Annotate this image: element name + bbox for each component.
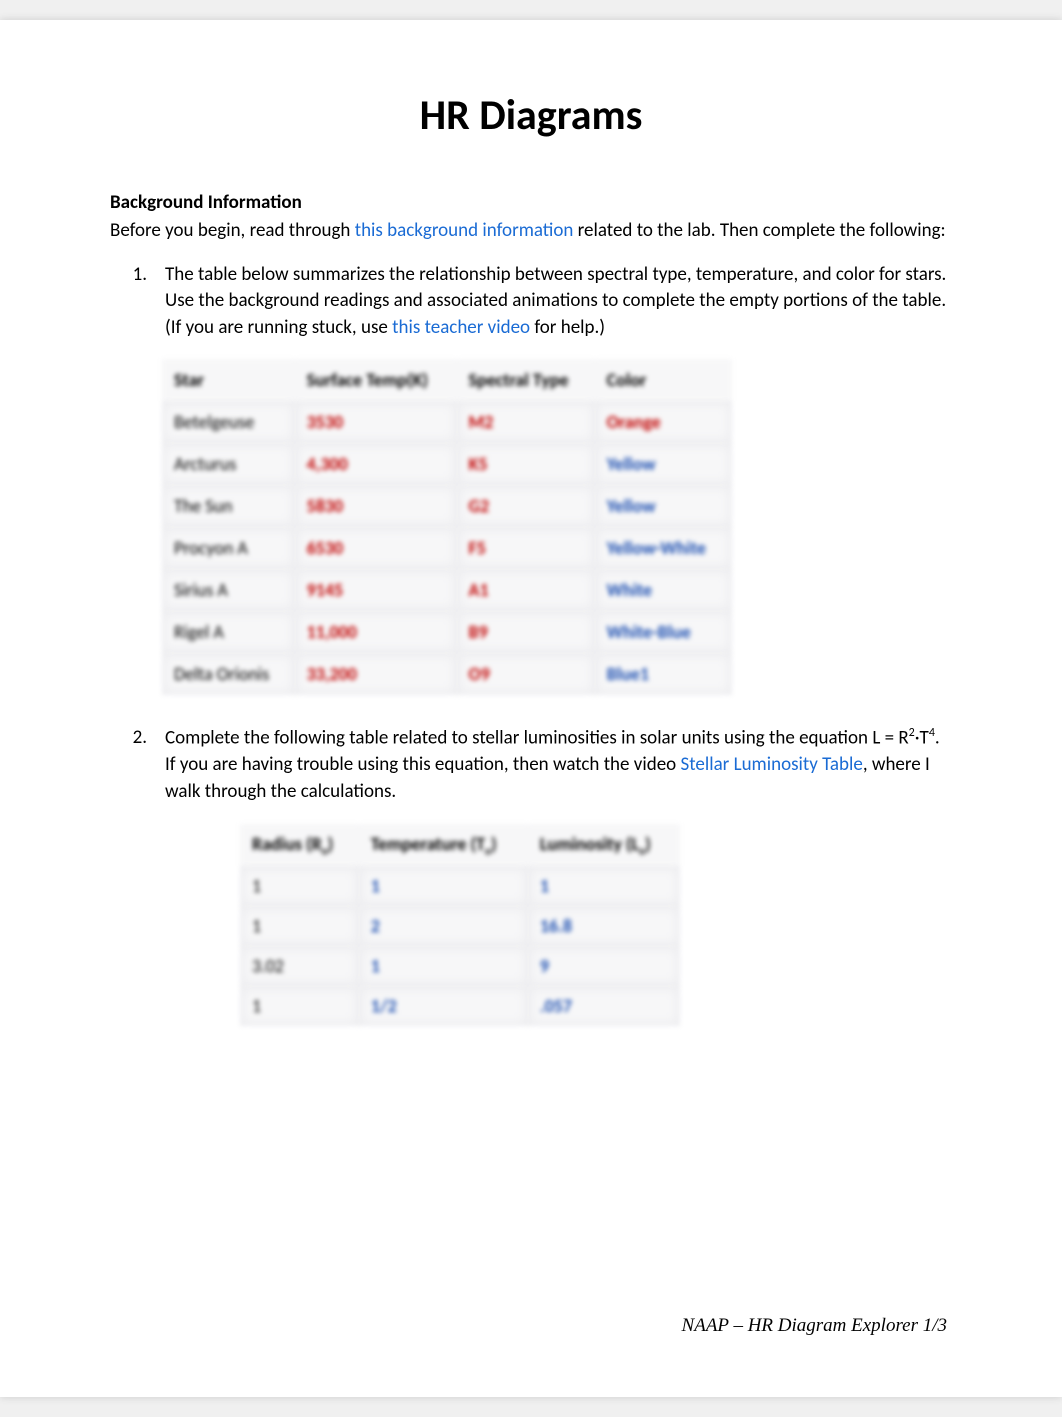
- cell-temp: 11,000: [295, 611, 457, 653]
- table-row: 1216.8: [240, 906, 680, 946]
- cell-luminosity: .057: [528, 986, 680, 1026]
- table-row: 11/2.057: [240, 986, 680, 1026]
- table1-container: Star Surface Temp(K) Spectral Type Color…: [110, 359, 952, 695]
- cell-radius: 3.02: [240, 946, 359, 986]
- table-row: Procyon A6530F5Yellow-White: [162, 527, 732, 569]
- q1-number: 1.: [110, 262, 165, 342]
- cell-color: Yellow: [595, 443, 732, 485]
- intro-before: Before you begin, read through: [110, 219, 355, 242]
- cell-temperature: 1: [359, 946, 528, 986]
- table-row: Arcturus4,300K5Yellow: [162, 443, 732, 485]
- star-table: Star Surface Temp(K) Spectral Type Color…: [162, 359, 732, 695]
- table-row: Sirius A9145A1White: [162, 569, 732, 611]
- cell-temp: 3530: [295, 401, 457, 443]
- table-row: 3.0219: [240, 946, 680, 986]
- cell-color: Yellow: [595, 485, 732, 527]
- cell-luminosity: 9: [528, 946, 680, 986]
- col-star: Star: [162, 359, 295, 401]
- cell-star: The Sun: [162, 485, 295, 527]
- col-temperature: Temperature (To): [359, 824, 528, 867]
- question-1: 1. The table below summarizes the relati…: [110, 262, 952, 342]
- col-color: Color: [595, 359, 732, 401]
- cell-spectral: G2: [457, 485, 595, 527]
- cell-temp: 6530: [295, 527, 457, 569]
- q2-text: Complete the following table related to …: [165, 725, 952, 805]
- cell-star: Betelgeuse: [162, 401, 295, 443]
- table-row: Betelgeuse3530M2Orange: [162, 401, 732, 443]
- cell-spectral: B9: [457, 611, 595, 653]
- cell-spectral: A1: [457, 569, 595, 611]
- cell-temp: 9145: [295, 569, 457, 611]
- cell-star: Arcturus: [162, 443, 295, 485]
- page-title: HR Diagrams: [110, 90, 952, 141]
- cell-luminosity: 16.8: [528, 906, 680, 946]
- table-row: Delta Orionis33,200O9Blue1: [162, 653, 732, 695]
- document-page: HR Diagrams Background Information Befor…: [0, 20, 1062, 1397]
- cell-star: Procyon A: [162, 527, 295, 569]
- background-info-link[interactable]: this background information: [355, 219, 574, 242]
- cell-temp: 4,300: [295, 443, 457, 485]
- cell-spectral: F5: [457, 527, 595, 569]
- table2-container: Radius (Ro) Temperature (To) Luminosity …: [110, 824, 952, 1027]
- cell-radius: 1: [240, 906, 359, 946]
- cell-star: Sirius A: [162, 569, 295, 611]
- cell-temp: 33,200: [295, 653, 457, 695]
- cell-luminosity: 1: [528, 866, 680, 906]
- col-radius: Radius (Ro): [240, 824, 359, 867]
- teacher-video-link[interactable]: this teacher video: [392, 316, 530, 339]
- table2-header-row: Radius (Ro) Temperature (To) Luminosity …: [240, 824, 680, 867]
- cell-star: Delta Orionis: [162, 653, 295, 695]
- cell-star: Rigel A: [162, 611, 295, 653]
- cell-radius: 1: [240, 866, 359, 906]
- cell-spectral: M2: [457, 401, 595, 443]
- cell-temperature: 1/2: [359, 986, 528, 1026]
- table-header-row: Star Surface Temp(K) Spectral Type Color: [162, 359, 732, 401]
- section-heading: Background Information: [110, 191, 952, 214]
- page-footer: NAAP – HR Diagram Explorer 1/3: [682, 1315, 947, 1337]
- col-temp: Surface Temp(K): [295, 359, 457, 401]
- col-luminosity: Luminosity (Lo): [528, 824, 680, 867]
- cell-temperature: 2: [359, 906, 528, 946]
- intro-paragraph: Before you begin, read through this back…: [110, 218, 952, 244]
- cell-color: Blue1: [595, 653, 732, 695]
- question-2: 2. Complete the following table related …: [110, 725, 952, 805]
- cell-spectral: O9: [457, 653, 595, 695]
- col-spectral: Spectral Type: [457, 359, 595, 401]
- q1-text: The table below summarizes the relations…: [165, 262, 952, 342]
- cell-temperature: 1: [359, 866, 528, 906]
- cell-temp: 5830: [295, 485, 457, 527]
- cell-color: White-Blue: [595, 611, 732, 653]
- table-row: 111: [240, 866, 680, 906]
- table-row: The Sun5830G2Yellow: [162, 485, 732, 527]
- intro-after: related to the lab. Then complete the fo…: [573, 219, 945, 242]
- cell-color: Orange: [595, 401, 732, 443]
- cell-color: White: [595, 569, 732, 611]
- cell-radius: 1: [240, 986, 359, 1026]
- cell-color: Yellow-White: [595, 527, 732, 569]
- q2-number: 2.: [110, 725, 165, 805]
- luminosity-table: Radius (Ro) Temperature (To) Luminosity …: [240, 824, 680, 1027]
- table-row: Rigel A11,000B9White-Blue: [162, 611, 732, 653]
- luminosity-table-link[interactable]: Stellar Luminosity Table: [681, 753, 863, 776]
- cell-spectral: K5: [457, 443, 595, 485]
